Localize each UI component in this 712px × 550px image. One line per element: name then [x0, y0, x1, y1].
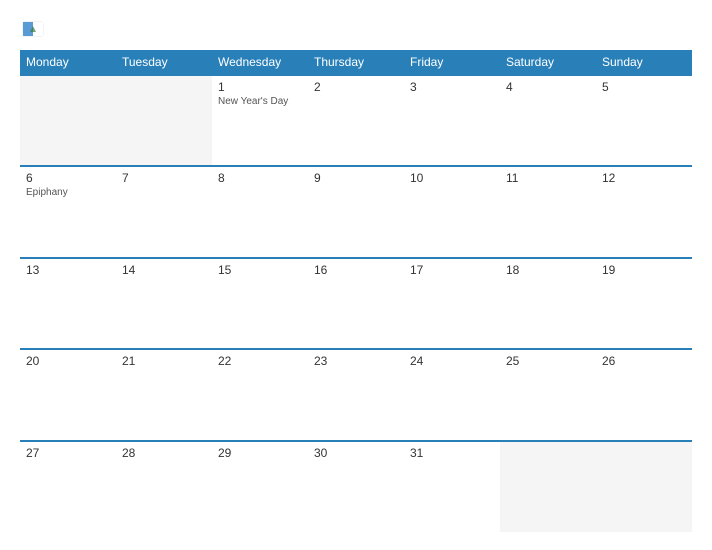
- day-number: 15: [218, 263, 302, 277]
- day-number: 26: [602, 354, 686, 368]
- day-number: 19: [602, 263, 686, 277]
- calendar-cell: 24: [404, 349, 500, 440]
- day-number: 20: [26, 354, 110, 368]
- day-number: 29: [218, 446, 302, 460]
- calendar-cell: 17: [404, 258, 500, 349]
- holiday-name: New Year's Day: [218, 96, 302, 107]
- calendar-cell: [596, 441, 692, 532]
- calendar-cell: 16: [308, 258, 404, 349]
- calendar-cell: 4: [500, 75, 596, 166]
- calendar-cell: 6 Epiphany: [20, 166, 116, 257]
- day-number: 30: [314, 446, 398, 460]
- calendar-cell: 23: [308, 349, 404, 440]
- calendar-cell: 31: [404, 441, 500, 532]
- calendar-cell: [500, 441, 596, 532]
- day-number: 5: [602, 80, 686, 94]
- logo-flag-icon: [22, 18, 44, 40]
- day-number: 22: [218, 354, 302, 368]
- calendar-cell: 13: [20, 258, 116, 349]
- weekday-tuesday: Tuesday: [116, 50, 212, 75]
- calendar-cell: 7: [116, 166, 212, 257]
- holiday-name: Epiphany: [26, 187, 110, 198]
- day-number: 7: [122, 171, 206, 185]
- calendar-cell: 22: [212, 349, 308, 440]
- calendar-cell: 28: [116, 441, 212, 532]
- weekday-saturday: Saturday: [500, 50, 596, 75]
- calendar-cell: 30: [308, 441, 404, 532]
- day-number: 28: [122, 446, 206, 460]
- calendar-cell: 12: [596, 166, 692, 257]
- calendar-page: Monday Tuesday Wednesday Thursday Friday…: [0, 0, 712, 550]
- day-number: 24: [410, 354, 494, 368]
- calendar-cell: 26: [596, 349, 692, 440]
- weekday-monday: Monday: [20, 50, 116, 75]
- day-number: 12: [602, 171, 686, 185]
- calendar-body: 1New Year's Day23456Epiphany789101112131…: [20, 75, 692, 532]
- day-number: 2: [314, 80, 398, 94]
- day-number: 18: [506, 263, 590, 277]
- day-number: 10: [410, 171, 494, 185]
- calendar-cell: 27: [20, 441, 116, 532]
- day-number: 27: [26, 446, 110, 460]
- weekday-wednesday: Wednesday: [212, 50, 308, 75]
- calendar-cell: 5: [596, 75, 692, 166]
- weekday-thursday: Thursday: [308, 50, 404, 75]
- calendar-cell: [116, 75, 212, 166]
- day-number: 9: [314, 171, 398, 185]
- calendar-cell: 9: [308, 166, 404, 257]
- calendar-cell: 8: [212, 166, 308, 257]
- calendar-cell: [20, 75, 116, 166]
- calendar-cell: 11: [500, 166, 596, 257]
- calendar-cell: 2: [308, 75, 404, 166]
- day-number: 13: [26, 263, 110, 277]
- day-number: 4: [506, 80, 590, 94]
- day-number: 3: [410, 80, 494, 94]
- day-number: 6: [26, 171, 110, 185]
- day-number: 8: [218, 171, 302, 185]
- calendar-cell: 19: [596, 258, 692, 349]
- logo: [20, 18, 110, 40]
- day-number: 16: [314, 263, 398, 277]
- calendar-cell: 18: [500, 258, 596, 349]
- calendar-cell: 15: [212, 258, 308, 349]
- calendar-cell: 10: [404, 166, 500, 257]
- day-number: 23: [314, 354, 398, 368]
- day-number: 17: [410, 263, 494, 277]
- weekday-friday: Friday: [404, 50, 500, 75]
- day-number: 31: [410, 446, 494, 460]
- day-number: 1: [218, 80, 302, 94]
- calendar-cell: 25: [500, 349, 596, 440]
- calendar-cell: 21: [116, 349, 212, 440]
- calendar-cell: 1 New Year's Day: [212, 75, 308, 166]
- calendar-cell: 14: [116, 258, 212, 349]
- calendar-cell: 29: [212, 441, 308, 532]
- weekday-sunday: Sunday: [596, 50, 692, 75]
- day-number: 14: [122, 263, 206, 277]
- day-number: 25: [506, 354, 590, 368]
- day-number: 11: [506, 171, 590, 185]
- calendar-cell: 3: [404, 75, 500, 166]
- day-number: 21: [122, 354, 206, 368]
- calendar-header-row: Monday Tuesday Wednesday Thursday Friday…: [20, 50, 692, 75]
- calendar-table: Monday Tuesday Wednesday Thursday Friday…: [20, 50, 692, 532]
- calendar-cell: 20: [20, 349, 116, 440]
- calendar-header: [20, 18, 692, 40]
